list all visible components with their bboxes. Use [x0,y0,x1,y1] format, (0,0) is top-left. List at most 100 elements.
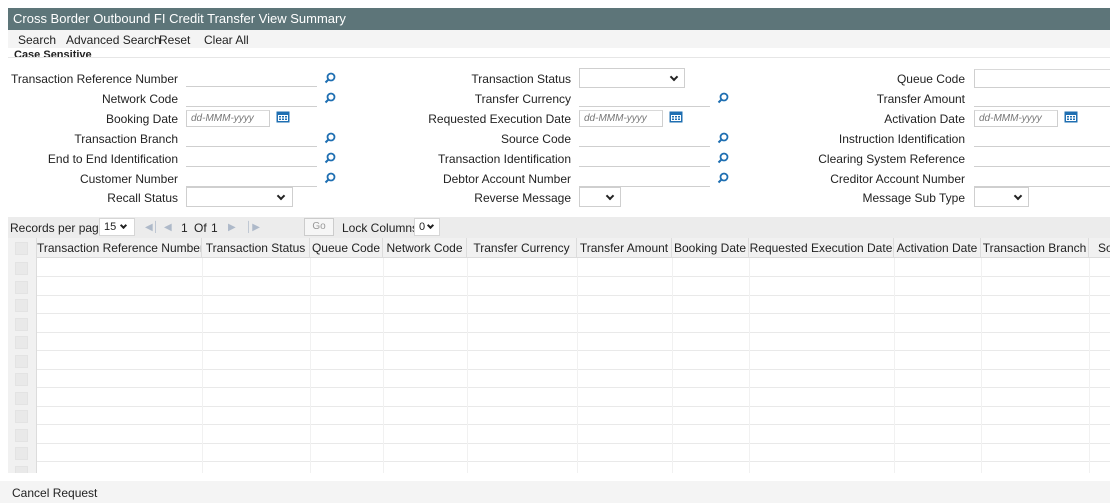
column-header[interactable]: Booking Date [672,238,749,258]
table-row[interactable] [37,296,1110,314]
calendar-icon[interactable] [1064,111,1078,123]
table-row[interactable] [37,333,1110,351]
column-header[interactable]: Transaction Status [202,238,310,258]
row-checkbox[interactable] [15,317,28,331]
booking-date-input[interactable] [186,110,270,127]
message-sub-type-select[interactable] [974,187,1029,207]
chevron-down-icon [119,221,128,230]
advanced-search-button[interactable]: Advanced Search [66,33,161,47]
calendar-icon[interactable] [276,111,290,123]
transaction-status-select[interactable] [579,68,685,88]
reset-button[interactable]: Reset [159,33,190,47]
table-row[interactable] [37,315,1110,333]
debtor-account-number-label: Debtor Account Number [442,172,571,186]
search-icon[interactable] [324,92,336,104]
column-header[interactable]: Queue Code [310,238,383,258]
table-row[interactable] [37,463,1110,474]
transfer-amount-input[interactable] [974,90,1110,107]
row-checkbox[interactable] [15,465,28,473]
lock-columns-value: 0 [419,221,426,233]
search-button[interactable]: Search [18,33,56,47]
column-header[interactable]: Activation Date [894,238,981,258]
transaction-branch-input[interactable] [186,130,317,147]
end-to-end-identification-label: End to End Identification [47,152,178,166]
row-checkbox[interactable] [15,447,28,460]
chevron-down-icon [605,191,615,201]
search-icon[interactable] [717,92,729,104]
grid-header: Transaction Reference Number Transaction… [8,238,1110,258]
table-row[interactable] [37,278,1110,296]
search-icon[interactable] [324,72,336,84]
cancel-request-button[interactable]: Cancel Request [12,486,97,500]
search-icon[interactable] [324,172,336,184]
table-row[interactable] [37,259,1110,277]
toolbar: Search Advanced Search Reset Clear All [8,30,1110,48]
recall-status-label: Recall Status [107,191,178,205]
last-page-icon[interactable]: │▶ [246,222,260,233]
row-checkbox[interactable] [15,373,28,386]
search-icon[interactable] [717,172,729,184]
row-checkbox[interactable] [15,299,28,312]
search-icon[interactable] [717,132,729,144]
search-icon[interactable] [324,132,336,144]
booking-date-label: Booking Date [105,112,178,126]
select-all-checkbox[interactable] [15,242,28,255]
transaction-reference-number-input[interactable] [186,70,317,87]
table-row[interactable] [37,407,1110,425]
column-divider [310,258,311,473]
column-divider [894,258,895,473]
requested-execution-date-input[interactable] [579,110,663,127]
search-icon[interactable] [324,152,336,164]
pagination-bar: Records per page 15 ◀│ ◀ 1 Of 1 ▶ │▶ Go … [8,217,1110,238]
clearing-system-reference-label: Clearing System Reference [818,152,965,166]
table-row[interactable] [37,370,1110,388]
search-icon[interactable] [717,152,729,164]
lock-columns-select[interactable]: 0 [414,218,440,236]
transaction-reference-number-label: Transaction Reference Number [11,72,178,86]
next-page-icon[interactable]: ▶ [228,222,236,233]
table-row[interactable] [37,389,1110,407]
first-page-icon[interactable]: ◀│ [145,222,159,233]
network-code-input[interactable] [186,90,317,107]
transfer-currency-input[interactable] [579,90,710,107]
column-header[interactable]: Transfer Amount [577,238,672,258]
clear-all-button[interactable]: Clear All [204,33,249,47]
end-to-end-identification-input[interactable] [186,150,317,167]
recall-status-select[interactable] [186,187,293,207]
activation-date-input[interactable] [974,110,1058,127]
column-header[interactable]: Transaction Branch [981,238,1089,258]
creditor-account-number-input[interactable] [974,170,1110,187]
column-header[interactable]: Transaction Reference Number [37,238,202,258]
go-button[interactable]: Go [304,218,334,236]
queue-code-input[interactable] [974,69,1110,88]
column-header[interactable]: So [1089,238,1110,258]
reverse-message-select[interactable] [579,187,621,207]
calendar-icon[interactable] [669,111,683,123]
row-checkbox[interactable] [15,354,28,368]
current-page[interactable]: 1 [181,221,188,235]
table-row[interactable] [37,444,1110,462]
transaction-identification-input[interactable] [579,150,710,167]
row-checkbox[interactable] [15,262,28,275]
table-row[interactable] [37,426,1110,444]
column-divider [202,258,203,473]
column-header[interactable]: Network Code [383,238,467,258]
records-per-page-select[interactable]: 15 [99,218,135,236]
column-header[interactable]: Transfer Currency [467,238,577,258]
customer-number-input[interactable] [186,170,317,187]
row-checkbox[interactable] [15,336,28,349]
row-checkbox[interactable] [15,410,28,423]
debtor-account-number-input[interactable] [579,170,710,187]
source-code-input[interactable] [579,130,710,147]
row-checkbox[interactable] [15,428,28,442]
row-checkbox[interactable] [15,280,28,294]
table-row[interactable] [37,352,1110,370]
customer-number-label: Customer Number [79,172,178,186]
column-header[interactable]: Requested Execution Date [749,238,894,258]
instruction-identification-input[interactable] [974,130,1110,147]
lock-columns-label: Lock Columns [342,221,419,235]
previous-page-icon[interactable]: ◀ [164,222,172,233]
column-divider [981,258,982,473]
row-checkbox[interactable] [15,391,28,405]
clearing-system-reference-input[interactable] [974,150,1110,167]
